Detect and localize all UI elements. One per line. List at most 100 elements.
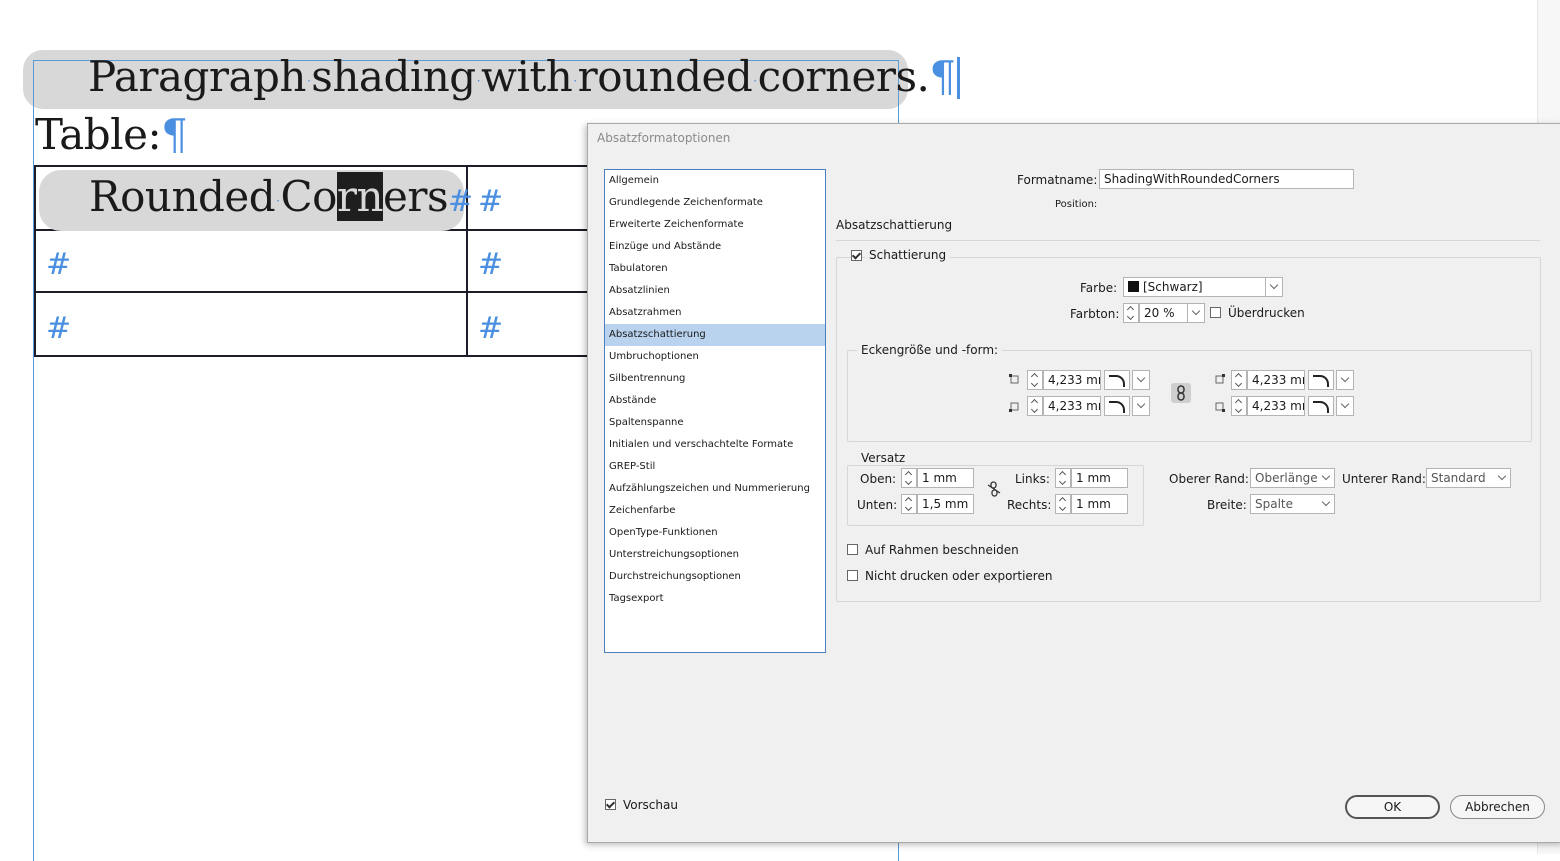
nav-item-rules[interactable]: Absatzlinien: [605, 280, 825, 302]
top-offset-label: Oben:: [860, 472, 897, 486]
width-value: Spalte: [1255, 497, 1294, 511]
overprint-checkbox[interactable]: [1210, 307, 1221, 318]
corner-bl-shape[interactable]: [1104, 396, 1130, 416]
top-offset-input[interactable]: 1 mm: [917, 468, 974, 488]
nav-item-drop-caps[interactable]: Initialen und verschachtelte Formate: [605, 434, 825, 456]
color-select[interactable]: [Schwarz]: [1123, 277, 1283, 297]
width-select[interactable]: Spalte: [1250, 494, 1335, 514]
nav-item-span-columns[interactable]: Spaltenspanne: [605, 412, 825, 434]
bottom-offset-stepper[interactable]: [901, 494, 917, 514]
end-of-cell-marker: #: [448, 184, 473, 219]
corner-bl-input[interactable]: 4,233 mm: [1043, 396, 1101, 416]
end-of-cell-marker: #: [478, 247, 504, 282]
paragraph-style-options-dialog[interactable]: Absatzformatoptionen Allgemein Grundlege…: [587, 123, 1560, 843]
nav-item-strikethrough[interactable]: Durchstreichungsoptionen: [605, 566, 825, 588]
corner-br-input[interactable]: 4,233 mm: [1247, 396, 1305, 416]
format-name-label: Formatname:: [1017, 173, 1098, 187]
left-offset-stepper[interactable]: [1055, 468, 1071, 488]
corner-br-shape[interactable]: [1308, 396, 1334, 416]
corner-tr-shape-arrow[interactable]: [1336, 370, 1354, 390]
right-offset-stepper[interactable]: [1055, 494, 1071, 514]
corner-tl-input[interactable]: 4,233 mm: [1043, 370, 1101, 390]
corner-tl-shape[interactable]: [1104, 370, 1130, 390]
shading-checkbox[interactable]: [851, 250, 862, 261]
bottom-left-corner-icon: [1009, 402, 1019, 412]
corner-bl-stepper[interactable]: [1027, 396, 1043, 416]
width-label: Breite:: [1207, 498, 1247, 512]
left-offset-label: Links:: [1015, 472, 1050, 486]
table-cell[interactable]: [34, 291, 468, 357]
corner-tr-stepper[interactable]: [1231, 370, 1247, 390]
color-dropdown-arrow[interactable]: [1265, 277, 1283, 297]
corner-tl-stepper[interactable]: [1027, 370, 1043, 390]
cell-paragraph[interactable]: Rounded·Corners#: [89, 172, 473, 221]
chevron-down-icon: [1497, 471, 1507, 481]
cell-word: Rounded: [89, 172, 276, 221]
corner-br-shape-arrow[interactable]: [1336, 396, 1354, 416]
corner-tl-shape-arrow[interactable]: [1132, 370, 1150, 390]
corner-br-stepper[interactable]: [1231, 396, 1247, 416]
nav-item-hyphenation[interactable]: Silbentrennung: [605, 368, 825, 390]
unlinked-chain-icon[interactable]: [987, 481, 1001, 497]
nav-item-underline[interactable]: Unterstreichungsoptionen: [605, 544, 825, 566]
table-cell[interactable]: [34, 229, 468, 293]
tint-input[interactable]: 20 %: [1139, 303, 1189, 323]
end-of-cell-marker: #: [46, 247, 72, 282]
corner-tr-input[interactable]: 4,233 mm: [1247, 370, 1305, 390]
right-offset-input[interactable]: 1 mm: [1071, 494, 1128, 514]
nav-item-indents[interactable]: Einzüge und Abstände: [605, 236, 825, 258]
clip-to-frame-label: Auf Rahmen beschneiden: [865, 543, 1019, 557]
nav-item-export-tagging[interactable]: Tagsexport: [605, 588, 825, 610]
category-list[interactable]: Allgemein Grundlegende Zeichenformate Er…: [604, 169, 826, 653]
paragraph-word: rounded: [577, 52, 753, 101]
bottom-offset-input[interactable]: 1,5 mm: [917, 494, 974, 514]
text-cursor: [956, 57, 960, 99]
nav-item-shading[interactable]: Absatzschattierung: [605, 324, 825, 346]
cell-word-suffix: ers: [383, 172, 449, 221]
end-of-cell-marker: #: [478, 184, 504, 219]
tint-dropdown-arrow[interactable]: [1187, 303, 1205, 323]
nav-item-advanced-char[interactable]: Erweiterte Zeichenformate: [605, 214, 825, 236]
color-value: [Schwarz]: [1143, 280, 1203, 294]
nav-item-grep[interactable]: GREP-Stil: [605, 456, 825, 478]
link-corners-button[interactable]: [1171, 383, 1191, 403]
chain-link-icon: [1177, 385, 1185, 401]
preview-checkbox[interactable]: [605, 799, 616, 810]
nav-item-keep[interactable]: Umbruchoptionen: [605, 346, 825, 368]
section-divider: [836, 240, 1540, 241]
top-offset-stepper[interactable]: [901, 468, 917, 488]
nav-item-opentype[interactable]: OpenType-Funktionen: [605, 522, 825, 544]
nav-item-basic-char[interactable]: Grundlegende Zeichenformate: [605, 192, 825, 214]
nav-item-justification[interactable]: Abstände: [605, 390, 825, 412]
top-edge-label: Oberer Rand:: [1169, 472, 1249, 486]
nav-item-border[interactable]: Absatzrahmen: [605, 302, 825, 324]
table-label: Table:: [35, 110, 162, 159]
top-edge-select[interactable]: Oberlänge: [1250, 468, 1335, 488]
no-print-checkbox[interactable]: [847, 570, 858, 581]
nav-item-allgemein[interactable]: Allgemein: [605, 170, 825, 192]
bottom-offset-label: Unten:: [857, 498, 898, 512]
table-label-paragraph[interactable]: Table:¶: [35, 110, 188, 159]
tint-stepper[interactable]: [1123, 303, 1139, 323]
corner-bl-shape-arrow[interactable]: [1132, 396, 1150, 416]
nav-item-char-color[interactable]: Zeichenfarbe: [605, 500, 825, 522]
ok-button[interactable]: OK: [1345, 795, 1440, 819]
paragraph-word: corners.: [757, 52, 930, 101]
shaded-paragraph[interactable]: Paragraph·shading·with·rounded·corners.¶: [88, 52, 960, 101]
clip-to-frame-checkbox[interactable]: [847, 544, 858, 555]
top-left-corner-icon: [1009, 374, 1019, 384]
corner-tr-shape[interactable]: [1308, 370, 1334, 390]
format-name-input[interactable]: ShadingWithRoundedCorners: [1099, 169, 1354, 189]
bottom-edge-select[interactable]: Standard: [1426, 468, 1511, 488]
bottom-edge-label: Unterer Rand:: [1342, 472, 1426, 486]
corner-group-label: Eckengröße und -form:: [857, 343, 1003, 357]
cancel-button[interactable]: Abbrechen: [1450, 795, 1545, 819]
chevron-down-icon: [1321, 497, 1331, 507]
dialog-title: Absatzformatoptionen: [597, 131, 731, 145]
nav-item-bullets[interactable]: Aufzählungszeichen und Nummerierung: [605, 478, 825, 500]
selected-text[interactable]: rn: [336, 172, 384, 221]
left-offset-input[interactable]: 1 mm: [1071, 468, 1128, 488]
paragraph-word: shading: [311, 52, 476, 101]
nav-item-tabs[interactable]: Tabulatoren: [605, 258, 825, 280]
color-swatch: [1128, 281, 1139, 292]
